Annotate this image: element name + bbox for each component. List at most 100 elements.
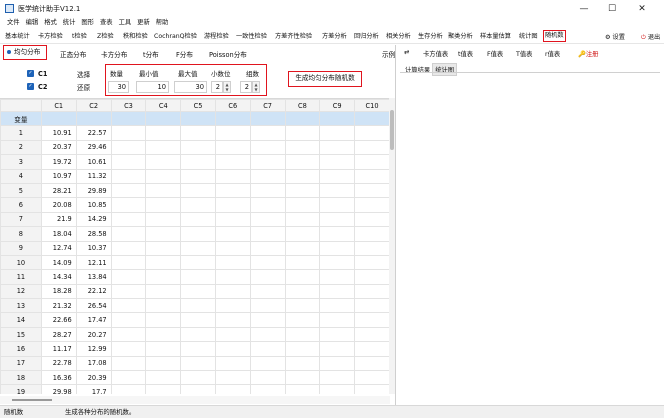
data-cell[interactable]	[249, 197, 286, 213]
data-cell[interactable]: 20.37	[40, 139, 77, 156]
data-cell[interactable]	[284, 312, 321, 328]
module-regression[interactable]: 回归分析	[354, 32, 379, 41]
column-header-c8[interactable]: C8	[284, 99, 321, 112]
module-t-test[interactable]: t检验	[72, 32, 87, 41]
data-cell[interactable]	[249, 370, 286, 386]
data-cell[interactable]	[180, 139, 216, 156]
module-survival[interactable]: 生存分析	[418, 32, 443, 41]
data-cell[interactable]	[214, 269, 251, 285]
data-cell[interactable]	[319, 226, 356, 242]
data-cell[interactable]	[354, 312, 390, 328]
data-cell[interactable]	[354, 240, 390, 256]
variable-cell[interactable]	[75, 110, 112, 127]
module-sample-size[interactable]: 样本量估算	[480, 32, 511, 41]
vertical-scroll-thumb[interactable]	[390, 110, 394, 150]
data-cell[interactable]	[354, 269, 390, 285]
data-cell[interactable]	[180, 312, 216, 328]
data-cell[interactable]	[214, 125, 251, 141]
register-link[interactable]: 🔑注册	[578, 49, 598, 58]
data-cell[interactable]	[284, 341, 321, 357]
data-cell[interactable]	[249, 283, 286, 300]
data-cell[interactable]	[284, 254, 321, 271]
data-cell[interactable]	[214, 240, 251, 256]
data-cell[interactable]	[284, 326, 321, 343]
row-number[interactable]: 8	[0, 226, 42, 242]
data-cell[interactable]	[284, 154, 321, 170]
data-cell[interactable]	[145, 154, 182, 170]
data-cell[interactable]	[319, 283, 356, 300]
exit-link[interactable]: ⏻ 退出	[641, 32, 660, 42]
data-cell[interactable]: 16.36	[40, 370, 77, 386]
data-cell[interactable]	[180, 341, 216, 357]
data-cell[interactable]	[110, 182, 147, 199]
data-cell[interactable]	[145, 226, 182, 242]
data-cell[interactable]	[249, 269, 286, 285]
column-header-c7[interactable]: C7	[249, 99, 286, 112]
data-cell[interactable]: 17.7	[75, 384, 112, 394]
data-cell[interactable]	[110, 197, 147, 213]
data-cell[interactable]	[110, 283, 147, 300]
data-cell[interactable]	[180, 269, 216, 285]
data-cell[interactable]: 29.89	[75, 182, 112, 199]
data-cell[interactable]	[145, 197, 182, 213]
row-number[interactable]: 2	[0, 139, 42, 156]
data-cell[interactable]	[110, 384, 147, 394]
t-table-button[interactable]: t值表	[458, 49, 473, 58]
big-t-table-button[interactable]: T值表	[516, 49, 532, 58]
module-chi-square[interactable]: 卡方检验	[38, 32, 63, 41]
data-cell[interactable]	[145, 355, 182, 372]
max-input[interactable]: 30	[174, 81, 207, 93]
row-number[interactable]: 19	[0, 384, 42, 394]
column-header-c4[interactable]: C4	[145, 99, 182, 112]
data-cell[interactable]: 14.09	[40, 254, 77, 271]
data-cell[interactable]	[180, 211, 216, 228]
data-cell[interactable]	[110, 226, 147, 242]
variable-cell[interactable]	[110, 110, 147, 127]
data-cell[interactable]: 19.72	[40, 154, 77, 170]
menu-edit[interactable]: 编辑	[26, 17, 39, 28]
data-cell[interactable]	[180, 226, 216, 242]
generate-uniform-button[interactable]: 生成均匀分布随机数	[288, 71, 362, 87]
data-cell[interactable]	[354, 341, 390, 357]
row-number[interactable]: 15	[0, 326, 42, 343]
module-correlation[interactable]: 相关分析	[386, 32, 411, 41]
data-cell[interactable]	[354, 355, 390, 372]
data-cell[interactable]	[249, 384, 286, 394]
data-cell[interactable]	[180, 355, 216, 372]
data-cell[interactable]: 26.54	[75, 298, 112, 314]
data-cell[interactable]	[180, 283, 216, 300]
decimals-input[interactable]: 2	[211, 81, 223, 93]
data-cell[interactable]	[354, 139, 390, 156]
data-cell[interactable]	[249, 182, 286, 199]
module-runs-test[interactable]: 游程检验	[204, 32, 229, 41]
data-cell[interactable]	[214, 384, 251, 394]
horizontal-scrollbar[interactable]	[0, 396, 390, 404]
data-cell[interactable]	[180, 254, 216, 271]
data-cell[interactable]	[180, 168, 216, 184]
data-cell[interactable]	[145, 370, 182, 386]
data-cell[interactable]: 28.21	[40, 182, 77, 199]
data-cell[interactable]	[284, 298, 321, 314]
data-cell[interactable]	[110, 312, 147, 328]
data-cell[interactable]: 20.39	[75, 370, 112, 386]
module-charts[interactable]: 统计图	[519, 32, 538, 41]
data-cell[interactable]: 14.34	[40, 269, 77, 285]
row-number[interactable]: 10	[0, 254, 42, 271]
row-number[interactable]: 6	[0, 197, 42, 213]
variable-cell[interactable]	[284, 110, 321, 127]
close-button[interactable]: ✕	[628, 2, 656, 16]
c2-checkbox[interactable]: ✓	[27, 83, 34, 90]
data-cell[interactable]	[249, 254, 286, 271]
data-cell[interactable]	[319, 240, 356, 256]
column-header-c2[interactable]: C2	[75, 99, 112, 112]
data-cell[interactable]	[354, 283, 390, 300]
example-link[interactable]: 示例	[382, 49, 395, 59]
data-cell[interactable]	[110, 211, 147, 228]
row-number[interactable]: 12	[0, 283, 42, 300]
data-cell[interactable]	[249, 355, 286, 372]
data-cell[interactable]: 12.74	[40, 240, 77, 256]
settings-link[interactable]: ⚙ 设置	[605, 32, 625, 41]
data-cell[interactable]: 17.47	[75, 312, 112, 328]
data-cell[interactable]	[145, 182, 182, 199]
module-cochranq[interactable]: CochranQ检验	[154, 32, 197, 41]
